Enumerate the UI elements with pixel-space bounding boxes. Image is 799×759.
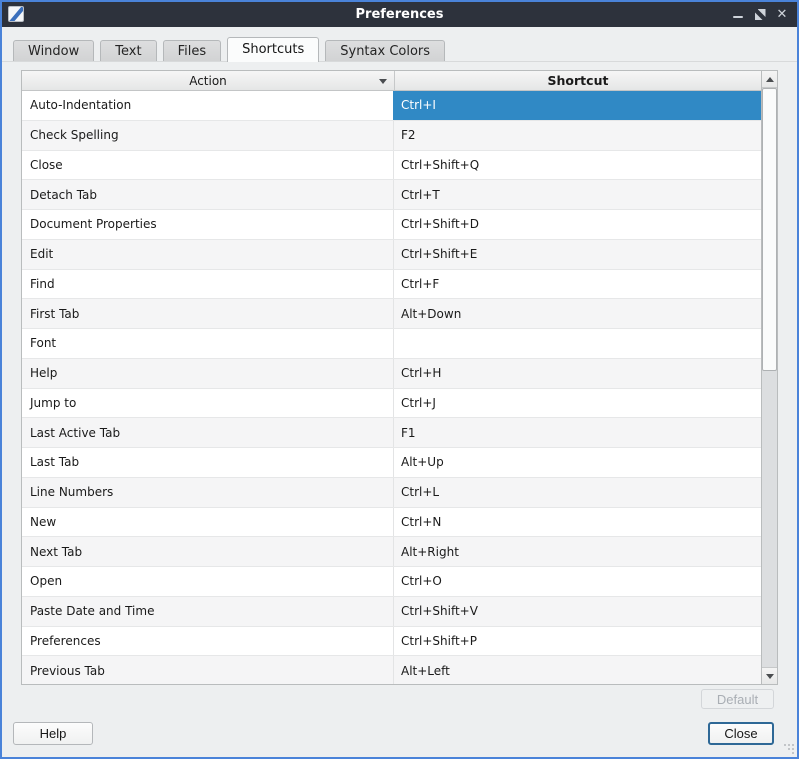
action-cell: New [22,508,394,537]
shortcut-cell[interactable]: Alt+Left [394,656,761,684]
table-row[interactable]: Last Tab Alt+Up [22,448,761,478]
shortcut-cell[interactable]: Ctrl+Shift+D [394,210,761,239]
help-button[interactable]: Help [13,722,93,745]
shortcut-cell[interactable]: Ctrl+Shift+V [394,597,761,626]
table-row[interactable]: Find Ctrl+F [22,270,761,300]
table-row[interactable]: Edit Ctrl+Shift+E [22,240,761,270]
shortcut-cell[interactable]: Ctrl+H [394,359,761,388]
shortcut-cell[interactable]: Ctrl+N [394,508,761,537]
resize-grip[interactable] [784,744,794,754]
action-cell: Close [22,151,394,180]
tab-bar: Window Text FilesShortcuts Syntax Colors [2,36,797,62]
table-row[interactable]: Help Ctrl+H [22,359,761,389]
tab-shortcuts[interactable]: Shortcuts [227,37,319,62]
table-row[interactable]: Document Properties Ctrl+Shift+D [22,210,761,240]
close-icon: ✕ [777,8,788,21]
shortcut-cell[interactable]: Ctrl+J [394,389,761,418]
action-cell: Jump to [22,389,394,418]
action-cell: Font [22,329,394,358]
window-title: Preferences [2,7,797,22]
tab-files[interactable]: Files [163,40,222,61]
vertical-scrollbar [761,71,777,684]
shortcut-cell[interactable]: Alt+Up [394,448,761,477]
close-window-button[interactable]: ✕ [773,5,791,24]
app-icon [8,6,24,22]
table-row[interactable]: First Tab Alt+Down [22,299,761,329]
table-row[interactable]: Close Ctrl+Shift+Q [22,151,761,181]
action-cell: Open [22,567,394,596]
minimize-icon [733,16,743,18]
shortcut-cell[interactable]: Ctrl+L [394,478,761,507]
action-cell: Check Spelling [22,121,394,150]
table-row[interactable]: Previous Tab Alt+Left [22,656,761,684]
titlebar[interactable]: Preferences ✕ [2,2,797,27]
tab-syntax-colors[interactable]: Syntax Colors [325,40,445,61]
scrollbar-track[interactable] [762,88,777,667]
restore-button[interactable] [751,5,769,24]
shortcut-cell[interactable]: F2 [394,121,761,150]
sort-triangle-down-icon [379,79,387,84]
shortcut-cell[interactable]: Alt+Right [394,537,761,566]
shortcut-cell[interactable]: Ctrl+Shift+E [394,240,761,269]
action-cell: Last Tab [22,448,394,477]
triangle-down-icon [766,674,774,679]
shortcut-cell[interactable]: F1 [394,418,761,447]
table-row[interactable]: Line Numbers Ctrl+L [22,478,761,508]
minimize-button[interactable] [729,5,747,24]
scroll-down-button[interactable] [762,667,777,684]
table-row[interactable]: Preferences Ctrl+Shift+P [22,627,761,657]
action-cell: Previous Tab [22,656,394,684]
table-row[interactable]: Paste Date and Time Ctrl+Shift+V [22,597,761,627]
scroll-up-button[interactable] [762,71,777,88]
action-cell: Help [22,359,394,388]
shortcuts-table: Action Shortcut Auto-Indentation Ctrl+I … [21,70,778,685]
table-row[interactable]: New Ctrl+N [22,508,761,538]
table-row[interactable]: Last Active Tab F1 [22,418,761,448]
action-cell: Detach Tab [22,180,394,209]
action-cell: First Tab [22,299,394,328]
triangle-up-icon [766,77,774,82]
table-row[interactable]: Detach Tab Ctrl+T [22,180,761,210]
restore-icon [755,9,766,20]
tab-window[interactable]: Window [13,40,94,61]
action-cell: Preferences [22,627,394,656]
action-cell: Line Numbers [22,478,394,507]
shortcut-cell[interactable]: Ctrl+F [394,270,761,299]
table-header: Action Shortcut [22,71,761,91]
shortcut-cell[interactable]: Alt+Down [394,299,761,328]
table-row[interactable]: Check Spelling F2 [22,121,761,151]
table-row[interactable]: Open Ctrl+O [22,567,761,597]
action-cell: Find [22,270,394,299]
action-cell: Auto-Indentation [22,91,394,120]
shortcut-cell[interactable]: Ctrl+Shift+Q [394,151,761,180]
table-row[interactable]: Jump to Ctrl+J [22,389,761,419]
close-button[interactable]: Close [708,722,774,745]
tab-text[interactable]: Text [100,40,156,61]
table-body: Auto-Indentation Ctrl+I Check Spelling F… [22,91,761,684]
action-cell: Next Tab [22,537,394,566]
table-row[interactable]: Font [22,329,761,359]
action-cell: Paste Date and Time [22,597,394,626]
preferences-dialog: Preferences ✕ Window Text FilesShortcuts Sy… [0,0,799,759]
action-cell: Document Properties [22,210,394,239]
shortcut-cell[interactable]: Ctrl+T [394,180,761,209]
column-header-shortcut[interactable]: Shortcut [395,71,761,91]
scrollbar-thumb[interactable] [762,88,777,371]
shortcut-cell[interactable]: Ctrl+Shift+P [394,627,761,656]
action-cell: Last Active Tab [22,418,394,447]
table-row[interactable]: Auto-Indentation Ctrl+I [22,91,761,121]
window-controls: ✕ [729,2,791,27]
shortcut-cell[interactable]: Ctrl+O [394,567,761,596]
table-row[interactable]: Next Tab Alt+Right [22,537,761,567]
default-button[interactable]: Default [701,689,774,709]
action-cell: Edit [22,240,394,269]
column-header-action[interactable]: Action [22,71,395,91]
shortcut-cell[interactable]: Ctrl+I [393,91,761,120]
shortcut-cell[interactable] [394,329,761,358]
